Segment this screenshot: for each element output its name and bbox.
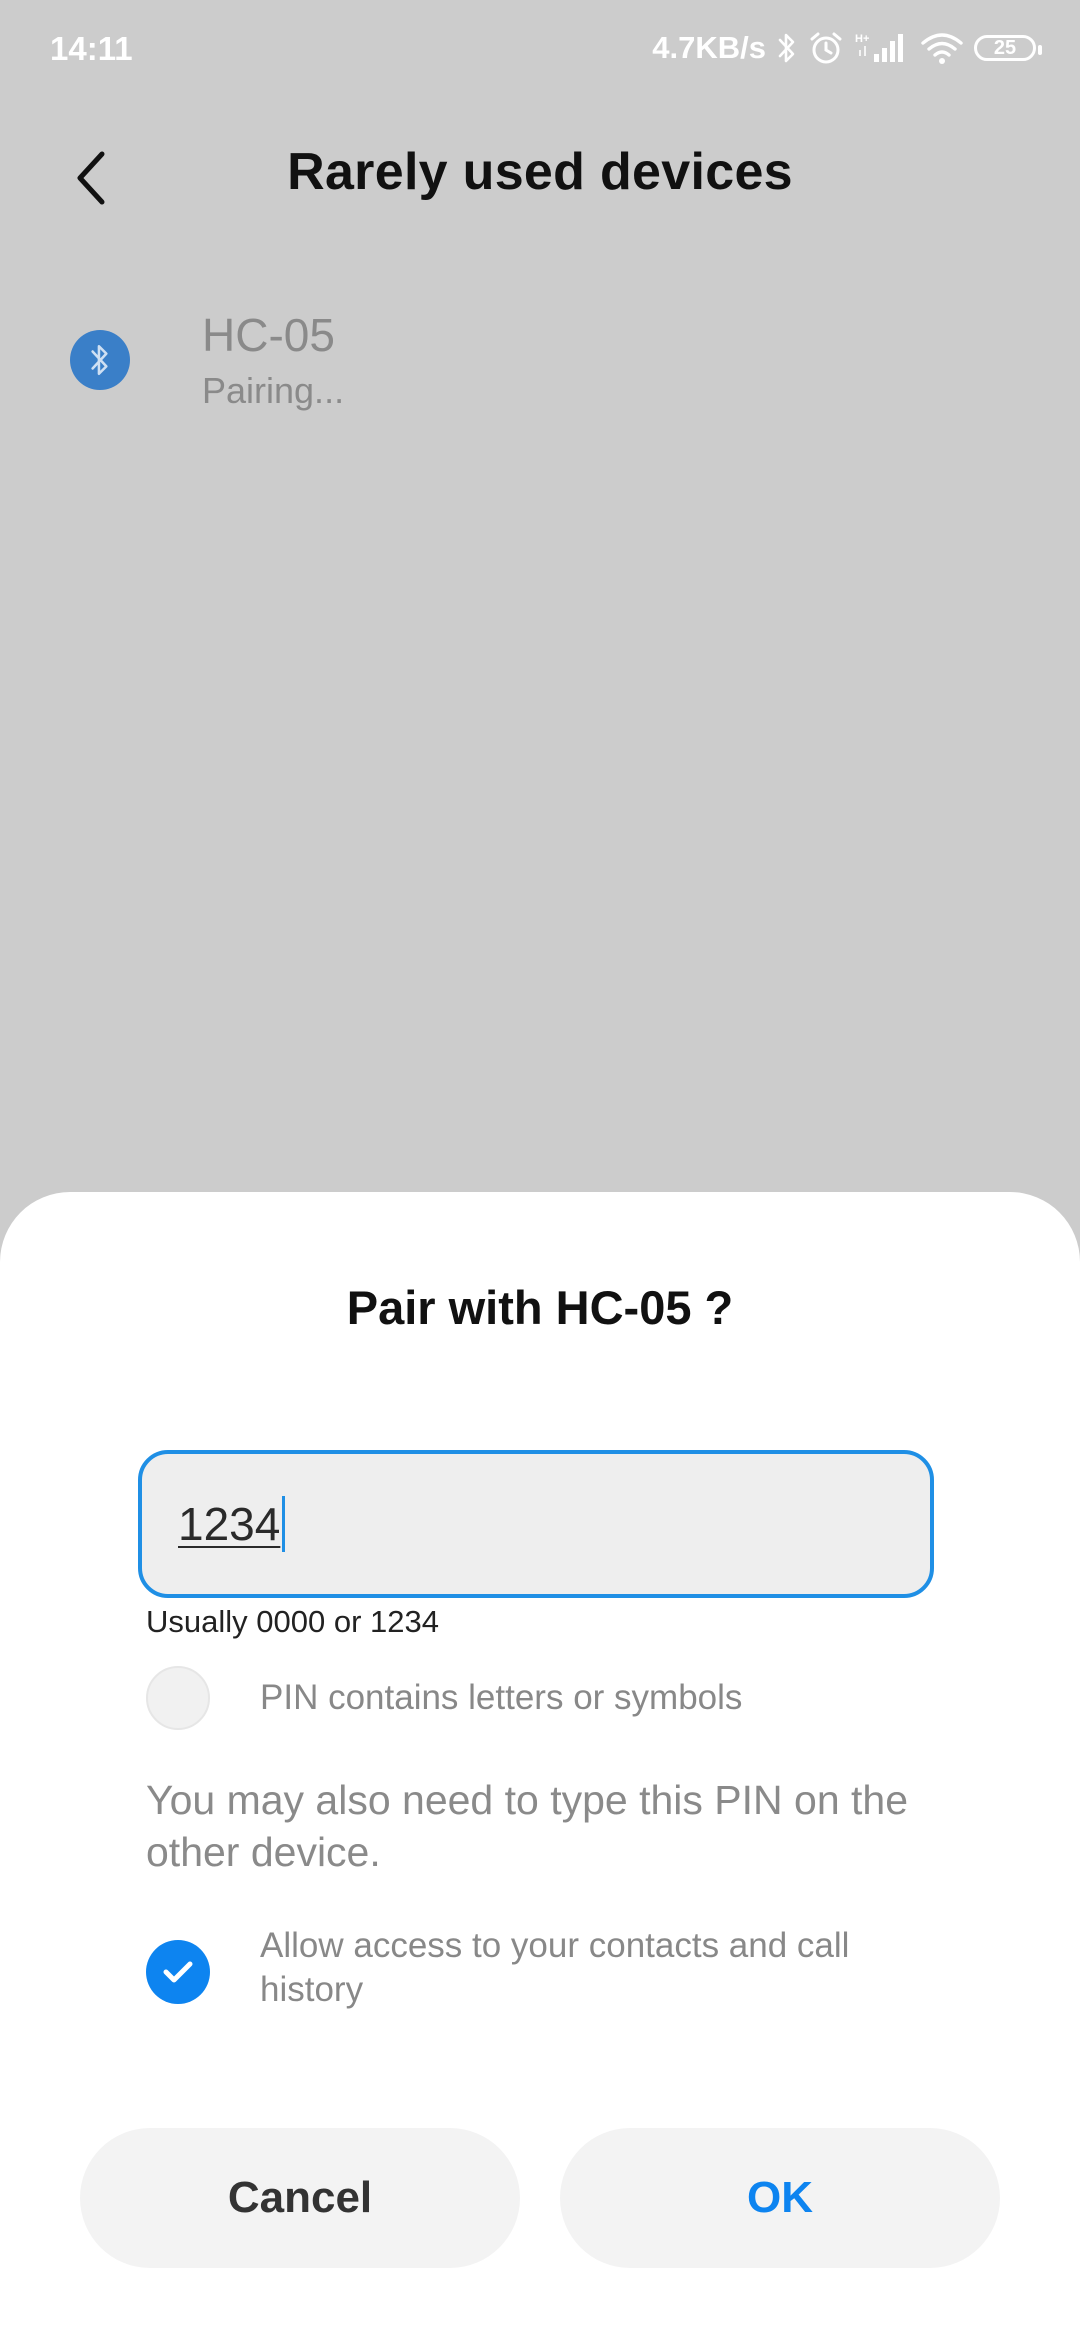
cancel-button[interactable]: Cancel: [80, 2128, 520, 2268]
network-type-label: H+: [855, 33, 869, 45]
status-time: 14:11: [50, 30, 133, 67]
status-bar: 14:11 4.7KB/s H+ 25: [0, 0, 1080, 96]
device-name: HC-05: [202, 309, 335, 361]
ok-button[interactable]: OK: [560, 2128, 1000, 2268]
pin-hint: Usually 0000 or 1234: [146, 1604, 439, 1639]
wifi-icon: [920, 31, 964, 65]
device-status: Pairing...: [202, 370, 345, 411]
pin-value: 1234: [178, 1498, 281, 1550]
pin-letters-label: PIN contains letters or symbols: [260, 1678, 743, 1717]
checkmark-icon: [163, 1961, 193, 1983]
text-cursor: [282, 1496, 286, 1552]
pairing-dialog: Pair with HC-05 ? 1234 Usually 0000 or 1…: [0, 1192, 1080, 2340]
contacts-access-option[interactable]: Allow access to your contacts and call h…: [146, 1924, 966, 2024]
battery-level: 25: [993, 36, 1017, 59]
pin-letters-option[interactable]: PIN contains letters or symbols: [146, 1662, 966, 1734]
pin-info-text: You may also need to type this PIN on th…: [146, 1777, 909, 1875]
bluetooth-icon: [70, 330, 130, 390]
cellular-signal-icon: H+: [854, 30, 910, 66]
contacts-access-checkbox[interactable]: [146, 1940, 210, 2004]
battery-icon: 25: [974, 35, 1042, 61]
pin-input[interactable]: 1234: [138, 1450, 934, 1598]
network-speed: 4.7KB/s: [652, 30, 766, 65]
contacts-access-label: Allow access to your contacts and call h…: [260, 1926, 850, 2009]
alarm-icon: [808, 30, 844, 66]
status-icons: 4.7KB/s H+ 25: [652, 26, 1042, 70]
page-title: Rarely used devices: [287, 143, 793, 201]
dialog-title: Pair with HC-05 ?: [346, 1281, 734, 1334]
pin-letters-checkbox[interactable]: [146, 1666, 210, 1730]
bluetooth-icon: [776, 31, 798, 65]
device-list-item[interactable]: HC-05 Pairing...: [0, 300, 1080, 430]
